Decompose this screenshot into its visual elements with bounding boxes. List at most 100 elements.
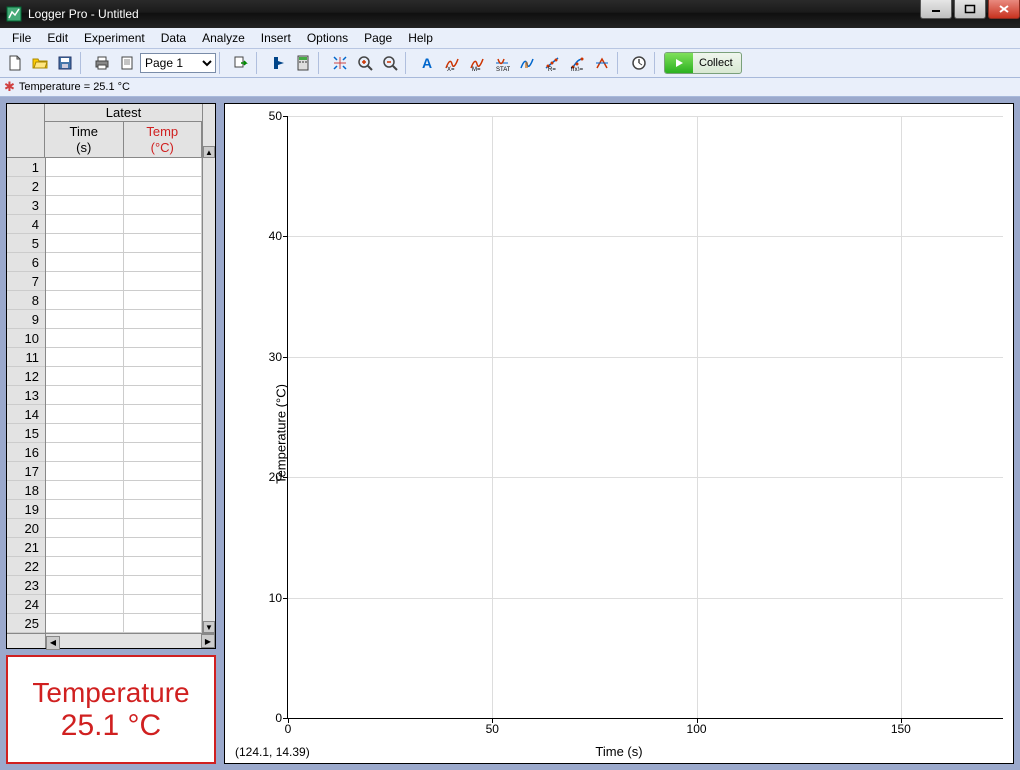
table-row[interactable] bbox=[46, 215, 202, 234]
open-file-icon[interactable] bbox=[28, 51, 52, 75]
table-group-header[interactable]: Latest bbox=[45, 104, 202, 122]
menu-experiment[interactable]: Experiment bbox=[76, 29, 153, 47]
table-vscroll[interactable]: ▲ bbox=[202, 104, 215, 158]
table-row[interactable] bbox=[46, 272, 202, 291]
integral-icon[interactable] bbox=[515, 51, 539, 75]
page-setup-icon[interactable] bbox=[115, 51, 139, 75]
graph-panel[interactable]: Temperature (°C) Time (s) (124.1, 14.39)… bbox=[224, 103, 1014, 764]
table-row[interactable] bbox=[46, 576, 202, 595]
scroll-right-icon[interactable]: ▶ bbox=[201, 634, 215, 648]
toolbar-separator bbox=[219, 52, 226, 74]
menu-data[interactable]: Data bbox=[153, 29, 194, 47]
new-file-icon[interactable] bbox=[3, 51, 27, 75]
menu-insert[interactable]: Insert bbox=[253, 29, 299, 47]
svg-text:f(x)=: f(x)= bbox=[571, 67, 584, 71]
row-number: 15 bbox=[7, 424, 45, 443]
x-tick-label: 150 bbox=[891, 718, 911, 736]
meter-display[interactable]: Temperature 25.1 °C bbox=[6, 655, 216, 764]
row-number: 7 bbox=[7, 272, 45, 291]
table-row[interactable] bbox=[46, 462, 202, 481]
table-row[interactable] bbox=[46, 177, 202, 196]
column-header-temp[interactable]: Temp(°C) bbox=[124, 122, 203, 158]
table-row[interactable] bbox=[46, 386, 202, 405]
table-row[interactable] bbox=[46, 519, 202, 538]
table-hscroll[interactable]: ◀ ▶ bbox=[7, 633, 215, 648]
curve-fit-icon[interactable]: f(x)= bbox=[565, 51, 589, 75]
table-row[interactable] bbox=[46, 538, 202, 557]
table-row[interactable] bbox=[46, 500, 202, 519]
model-icon[interactable] bbox=[590, 51, 614, 75]
row-number: 24 bbox=[7, 595, 45, 614]
table-row[interactable] bbox=[46, 595, 202, 614]
table-row[interactable] bbox=[46, 614, 202, 633]
column-header-time[interactable]: Time(s) bbox=[45, 122, 124, 158]
linear-fit-icon[interactable]: R= bbox=[540, 51, 564, 75]
menu-analyze[interactable]: Analyze bbox=[194, 29, 253, 47]
table-row[interactable] bbox=[46, 481, 202, 500]
stats-icon[interactable]: STAT bbox=[490, 51, 514, 75]
row-number: 18 bbox=[7, 481, 45, 500]
maximize-button[interactable] bbox=[954, 0, 986, 19]
toolbar-separator bbox=[256, 52, 263, 74]
content-area: Latest Time(s) Temp(°C) ▲ 1234567891011 bbox=[0, 97, 1020, 770]
text-annotation-icon[interactable]: A bbox=[415, 51, 439, 75]
menu-help[interactable]: Help bbox=[400, 29, 441, 47]
scroll-up-icon[interactable]: ▲ bbox=[203, 146, 215, 158]
row-number: 10 bbox=[7, 329, 45, 348]
data-collection-options-icon[interactable] bbox=[627, 51, 651, 75]
plot-area[interactable]: 05010015001020304050 bbox=[287, 116, 1003, 719]
menu-file[interactable]: File bbox=[4, 29, 39, 47]
table-row[interactable] bbox=[46, 234, 202, 253]
table-row[interactable] bbox=[46, 310, 202, 329]
examine-icon[interactable]: X= bbox=[440, 51, 464, 75]
row-number: 22 bbox=[7, 557, 45, 576]
table-row[interactable] bbox=[46, 405, 202, 424]
y-tick-label: 10 bbox=[252, 591, 288, 605]
data-cells[interactable] bbox=[46, 158, 202, 633]
table-row[interactable] bbox=[46, 158, 202, 177]
window-title: Logger Pro - Untitled bbox=[28, 0, 139, 28]
table-row[interactable] bbox=[46, 348, 202, 367]
scroll-left-icon[interactable]: ◀ bbox=[46, 636, 60, 650]
row-number: 14 bbox=[7, 405, 45, 424]
table-row[interactable] bbox=[46, 443, 202, 462]
table-vscroll-track[interactable]: ▼ bbox=[202, 158, 215, 633]
store-run-icon[interactable] bbox=[229, 51, 253, 75]
save-file-icon[interactable] bbox=[53, 51, 77, 75]
svg-text:STAT: STAT bbox=[496, 67, 510, 71]
toolbar-separator bbox=[405, 52, 412, 74]
row-number: 17 bbox=[7, 462, 45, 481]
row-number: 8 bbox=[7, 291, 45, 310]
table-row[interactable] bbox=[46, 424, 202, 443]
sensor-icon: ✱ bbox=[4, 79, 15, 95]
autoscale-icon[interactable] bbox=[328, 51, 352, 75]
row-number: 23 bbox=[7, 576, 45, 595]
collect-label: Collect bbox=[693, 57, 741, 69]
menu-options[interactable]: Options bbox=[299, 29, 356, 47]
table-row[interactable] bbox=[46, 557, 202, 576]
zoom-out-icon[interactable] bbox=[378, 51, 402, 75]
table-row[interactable] bbox=[46, 367, 202, 386]
row-number: 1 bbox=[7, 158, 45, 177]
row-number: 13 bbox=[7, 386, 45, 405]
zoom-in-icon[interactable] bbox=[353, 51, 377, 75]
table-row[interactable] bbox=[46, 329, 202, 348]
table-row[interactable] bbox=[46, 253, 202, 272]
table-row[interactable] bbox=[46, 291, 202, 310]
tangent-icon[interactable]: M= bbox=[465, 51, 489, 75]
calculator-icon[interactable] bbox=[291, 51, 315, 75]
y-tick-label: 0 bbox=[252, 711, 288, 725]
menu-page[interactable]: Page bbox=[356, 29, 400, 47]
minimize-button[interactable] bbox=[920, 0, 952, 19]
close-button[interactable] bbox=[988, 0, 1020, 19]
data-table[interactable]: Latest Time(s) Temp(°C) ▲ 1234567891011 bbox=[6, 103, 216, 649]
data-mark-icon[interactable] bbox=[266, 51, 290, 75]
collect-button[interactable]: Collect bbox=[664, 52, 742, 74]
print-icon[interactable] bbox=[90, 51, 114, 75]
scroll-down-icon[interactable]: ▼ bbox=[203, 621, 215, 633]
table-row[interactable] bbox=[46, 196, 202, 215]
x-axis-label[interactable]: Time (s) bbox=[595, 744, 642, 759]
menu-edit[interactable]: Edit bbox=[39, 29, 76, 47]
row-number-column: 1234567891011121314151617181920212223242… bbox=[7, 158, 46, 633]
page-select[interactable]: Page 1 bbox=[140, 53, 216, 73]
